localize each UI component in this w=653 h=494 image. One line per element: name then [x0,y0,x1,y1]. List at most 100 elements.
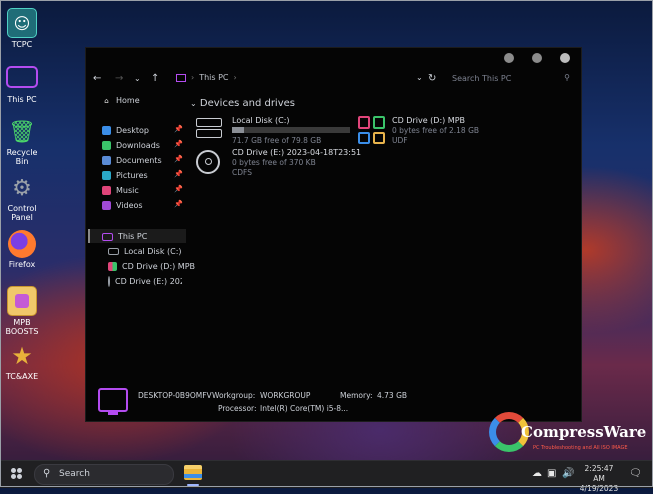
mpb-drive-icon [108,262,117,271]
pin-icon[interactable]: 📌 [174,155,183,163]
hard-drive-icon [108,248,119,255]
breadcrumb-this-pc[interactable]: This PC [199,73,228,82]
title-bar[interactable] [86,48,581,70]
sidebar-item-home[interactable]: ⌂ Home [102,94,139,107]
taskbar-search-label: Search [59,469,90,479]
chevron-right-icon: › [233,73,237,82]
home-icon: ⌂ [104,96,109,105]
sidebar-item-downloads[interactable]: Downloads [102,139,160,152]
drive-name: CD Drive (E:) 2023-04-18T23:51 [232,148,362,157]
desktop-icon-label: Control Panel [7,204,37,222]
maximize-button[interactable] [532,53,542,63]
videos-folder-icon [102,201,111,210]
taskbar-search[interactable]: ⚲ Search [34,464,174,485]
close-button[interactable] [560,53,570,63]
chevron-right-icon: › [191,73,195,82]
gear-icon: ⚙ [12,175,32,201]
drive-name: CD Drive (D:) MPB [392,116,466,125]
drive-local-disk-c[interactable]: Local Disk (C:) 71.7 GB free of 79.8 GB [196,116,356,148]
drive-usage-fill [232,127,244,133]
workgroup-value: WORKGROUP [260,391,311,400]
sidebar-item-desktop[interactable]: Desktop [102,124,149,137]
forward-arrow-icon[interactable]: → [115,73,123,84]
cd-icon [196,150,220,174]
mpb-drive-icon [358,116,386,144]
sidebar-item-cd-drive-d[interactable]: CD Drive (D:) MPB [108,260,195,273]
drive-usage-bar [232,127,350,133]
chevron-down-icon[interactable]: ⌄ [416,73,423,82]
back-arrow-icon[interactable]: ← [93,73,101,84]
firefox-icon [8,230,36,258]
file-explorer-taskbar-icon[interactable] [184,465,202,480]
hard-drive-icon [196,118,222,138]
processor-label: Processor: [218,404,257,413]
cloud-icon[interactable]: ☁ [532,468,542,479]
desktop-icon-label: TCPC [11,40,33,49]
recent-chevron-icon[interactable]: ⌄ [134,74,141,83]
desktop-icon-mpb-boosts[interactable]: MPB BOOSTS [4,286,40,336]
notification-icon[interactable]: 🗨 [629,468,642,479]
pin-icon[interactable]: 📌 [174,200,183,208]
search-input[interactable]: Search This PC ⚲ [446,71,576,86]
watermark-brand: CompressWare [521,423,647,441]
network-icon[interactable]: ▣ [547,468,556,479]
mpb-icon [7,286,37,316]
drive-filesystem-text: CDFS [232,168,252,177]
clock-time: 2:25:47 AM [584,464,614,483]
desktop-icon-label: Firefox [8,260,36,269]
sidebar-item-label: Documents [116,156,162,165]
search-placeholder: Search This PC [452,74,512,83]
desktop-icon-label: Recycle Bin [6,148,38,166]
pin-icon[interactable]: 📌 [174,140,183,148]
pin-icon[interactable]: 📌 [174,185,183,193]
sidebar-item-local-disk-c[interactable]: Local Disk (C:) [108,245,182,258]
desktop-icon-recycle-bin[interactable]: 🗑 Recycle Bin [4,118,40,166]
sidebar-item-label: CD Drive (E:) 2023-0 [115,277,182,286]
desktop-icon-this-pc[interactable]: This PC [4,62,40,104]
monitor-icon [6,66,38,88]
pin-icon[interactable]: 📌 [174,170,183,178]
processor-value: Intel(R) Core(TM) i5-8... [260,404,349,413]
drive-name: Local Disk (C:) [232,116,290,125]
sidebar-item-videos[interactable]: Videos [102,199,143,212]
drive-space-text: 71.7 GB free of 79.8 GB [232,136,322,145]
navigation-toolbar: ← → ⌄ ↑ › This PC › ⌄ ↻ Search This PC ⚲ [86,70,581,88]
start-button[interactable] [11,468,22,479]
desktop-icon-tcpc[interactable]: ☺ TCPC [4,8,40,49]
refresh-icon[interactable]: ↻ [428,73,436,84]
drive-cd-e[interactable]: CD Drive (E:) 2023-04-18T23:51 0 bytes f… [196,148,361,182]
sidebar-item-music[interactable]: Music [102,184,139,197]
file-explorer-window: ← → ⌄ ↑ › This PC › ⌄ ↻ Search This PC ⚲… [85,47,582,422]
sidebar-item-documents[interactable]: Documents [102,154,162,167]
desktop-icon-tc-axe[interactable]: ★ TC&AXE [4,341,40,382]
section-header-devices[interactable]: ⌄ Devices and drives [190,98,295,109]
volume-icon[interactable]: 🔊 [562,468,574,479]
sidebar-item-pictures[interactable]: Pictures [102,169,148,182]
monitor-icon [176,73,186,82]
desktop-icon-control-panel[interactable]: ⚙ Control Panel [4,174,40,222]
sidebar-item-this-pc[interactable]: This PC [102,230,147,243]
desktop-icon-label: This PC [7,95,37,104]
desktop-icon-label: MPB BOOSTS [5,318,39,336]
desktop-icon-firefox[interactable]: Firefox [4,230,40,269]
breadcrumb[interactable]: › This PC › [176,73,237,82]
search-icon: ⚲ [564,73,570,82]
sidebar-item-label: Local Disk (C:) [124,247,182,256]
desktop-icon-label: TC&AXE [5,372,39,381]
up-arrow-icon[interactable]: ↑ [151,73,159,84]
pin-icon[interactable]: 📌 [174,125,183,133]
monitor-stand [108,412,118,415]
system-clock[interactable]: 2:25:47 AM 4/19/2023 [578,464,620,494]
minimize-button[interactable] [504,53,514,63]
active-app-indicator [187,484,199,486]
section-title: Devices and drives [199,98,295,109]
sidebar-item-label: Desktop [116,126,149,135]
drive-cd-d-mpb[interactable]: CD Drive (D:) MPB 0 bytes free of 2.18 G… [358,116,488,150]
star-icon: ★ [11,341,33,370]
sidebar-item-cd-drive-e[interactable]: CD Drive (E:) 2023-0 [108,275,182,288]
search-icon: ⚲ [43,468,51,479]
documents-folder-icon [102,156,111,165]
sidebar-item-label: Downloads [116,141,160,150]
drive-space-text: 0 bytes free of 370 KB [232,158,316,167]
sidebar-item-label: Music [116,186,139,195]
